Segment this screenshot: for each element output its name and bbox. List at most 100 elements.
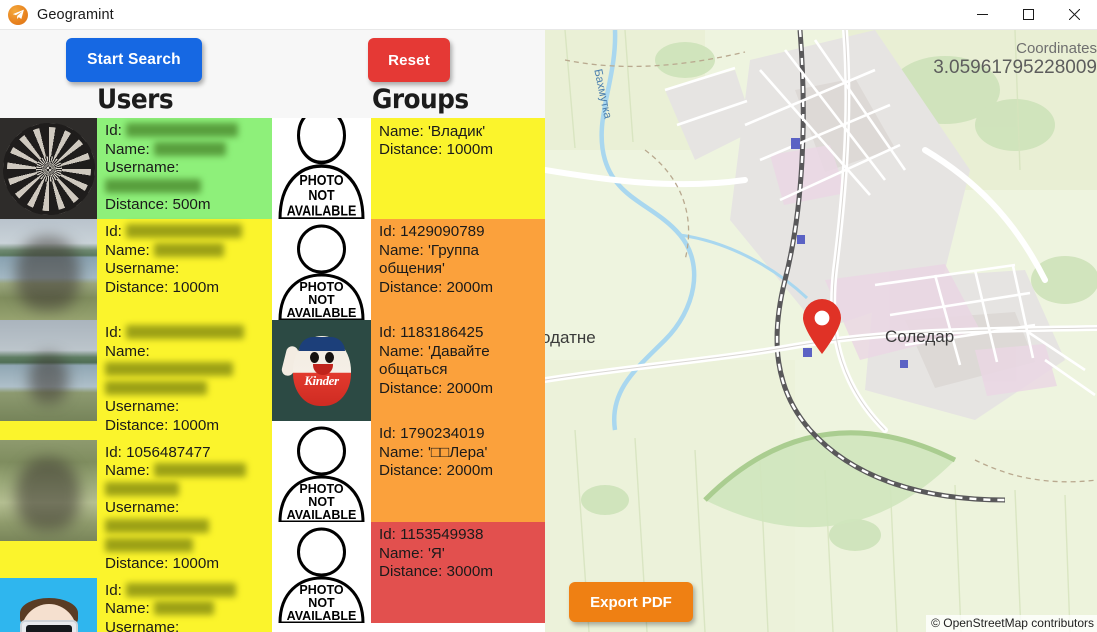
group-name-line: Name: 'Я'	[379, 544, 445, 562]
maximize-button[interactable]	[1005, 0, 1051, 30]
group-id-line: Id: 1183186425	[379, 324, 484, 341]
redacted-value	[105, 380, 207, 395]
results-panel: Start Search Reset Users Groups Id: Name…	[0, 30, 545, 632]
group-avatar: PHOTO NOT AVAILABLE	[272, 219, 371, 320]
map-attribution[interactable]: © OpenStreetMap contributors	[926, 615, 1097, 632]
user-details: Id: Name: Username: Distance: 500m	[97, 118, 272, 219]
user-avatar	[0, 118, 97, 219]
avatar-photo	[0, 439, 97, 541]
redacted-value	[105, 537, 193, 552]
group-id-line: Id: 1153549938	[379, 526, 484, 543]
groups-column-heading: Groups	[372, 84, 469, 115]
user-id-line: Id:	[105, 582, 266, 601]
redacted-value	[153, 463, 246, 478]
group-distance-line: Distance: 1000m	[379, 141, 493, 159]
group-avatar: PHOTO NOT AVAILABLE	[272, 421, 371, 522]
user-name-line: Name:	[105, 242, 266, 261]
user-list-item[interactable]: Id: 1056487477 Name: Username: Distance: …	[0, 439, 272, 578]
avatar-photo: Kinder	[272, 320, 371, 421]
user-distance-line: Distance: 1000m	[105, 555, 219, 573]
group-distance-line: Distance: 2000m	[379, 379, 493, 397]
group-list-item[interactable]: PHOTO NOT AVAILABLE Id: 1790234019 Name: '□□…	[272, 421, 545, 522]
location-pin[interactable]	[801, 299, 843, 355]
user-username-line: Username:	[105, 499, 266, 555]
window-title: Geogramint	[37, 6, 114, 23]
users-list[interactable]: Id: Name: Username: Distance: 500m Id: Na…	[0, 118, 272, 632]
user-name-line: Name:	[105, 343, 266, 399]
user-list-item[interactable]: Id: Name: Username: Distance: 1000m	[0, 320, 272, 440]
title-bar: Geogramint	[0, 0, 1097, 30]
group-distance-line: Distance: 2000m	[379, 462, 493, 480]
map-view[interactable]: Coordinates 3.05961795228009 Бахмутка од…	[545, 30, 1097, 632]
group-details: Id: 1790234019 Name: '□□Лера' Distance: 20…	[371, 421, 545, 522]
photo-not-available-icon: PHOTONOTAVAILABLE	[272, 421, 371, 522]
svg-text:NOT: NOT	[308, 187, 335, 203]
redacted-value	[105, 518, 209, 533]
user-id-line: Id: 1056487477	[105, 443, 211, 461]
user-id-line: Id:	[105, 122, 266, 141]
avatar-photo	[0, 118, 97, 219]
app-logo-icon	[8, 4, 28, 25]
group-distance-line: Distance: 2000m	[379, 278, 493, 296]
group-details: Id: 1268760341Name: 'Владик'Distance: 10…	[371, 118, 545, 219]
redacted-value	[105, 178, 201, 193]
user-id-line: Id:	[105, 223, 266, 242]
group-list-item[interactable]: Kinder Id: 1183186425 Name: 'Давайте общат…	[272, 320, 545, 421]
user-id-line: Id:	[105, 324, 266, 343]
redacted-value	[105, 481, 179, 496]
group-avatar: PHOTO NOT AVAILABLE	[272, 522, 371, 623]
group-id-line: Id: 1429090789	[379, 223, 485, 240]
svg-text:NOT: NOT	[308, 293, 335, 307]
map-place-label-soledar: Соледар	[885, 327, 955, 346]
user-list-item[interactable]: Id: Name: Username: Distance: 500m	[0, 118, 272, 219]
group-list-item[interactable]: PHOTO NOT AVAILABLE Id: 1429090789 Name: 'Гр…	[272, 219, 545, 320]
redacted-value	[126, 224, 243, 238]
user-avatar	[0, 439, 97, 541]
reset-button[interactable]: Reset	[368, 38, 450, 82]
groups-list[interactable]: PHOTONOTAVAILABLEId: 1268760341Name: 'Вл…	[272, 118, 545, 632]
svg-text:PHOTO: PHOTO	[299, 482, 343, 496]
photo-not-available-icon: PHOTONOTAVAILABLE	[272, 118, 371, 219]
group-name-line: Name: 'Группа общения'	[379, 241, 484, 278]
redacted-value	[105, 362, 233, 377]
user-distance-line: Distance: 500m	[105, 196, 211, 214]
avatar-photo	[0, 577, 97, 632]
user-list-item[interactable]: Id: Name: Username: Distance: 1000m	[0, 577, 272, 632]
minimize-button[interactable]	[959, 0, 1005, 30]
avatar-photo	[0, 219, 97, 320]
user-name-line: Name:	[105, 462, 266, 499]
redacted-value	[153, 242, 224, 257]
user-distance-line: Distance: 1000m	[105, 416, 219, 434]
user-username-line: Username:	[105, 618, 184, 632]
group-details: Id: 1183186425 Name: 'Давайте общаться Dis…	[371, 320, 545, 421]
user-details: Id: Name: Username: Distance: 1000m	[97, 219, 272, 320]
group-list-item[interactable]: PHOTO NOT AVAILABLE Id: 1153549938 Name: 'Я'…	[272, 522, 545, 623]
svg-text:AVAILABLE: AVAILABLE	[287, 306, 357, 320]
redacted-value	[153, 601, 214, 616]
results-lists: Id: Name: Username: Distance: 500m Id: Na…	[0, 118, 545, 632]
map-place-label-blahodatne: одатне	[545, 328, 596, 347]
svg-text:PHOTO: PHOTO	[299, 172, 344, 188]
user-list-item[interactable]: Id: Name: Username: Distance: 1000m	[0, 219, 272, 320]
user-avatar	[0, 320, 97, 421]
group-list-item[interactable]: PHOTONOTAVAILABLEId: 1268760341Name: 'Вл…	[272, 118, 545, 219]
user-distance-line: Distance: 1000m	[105, 278, 219, 296]
redacted-value	[126, 123, 239, 137]
group-avatar: Kinder	[272, 320, 371, 421]
user-details: Id: Name: Username: Distance: 1000m	[97, 578, 272, 632]
svg-text:NOT: NOT	[308, 596, 335, 610]
redacted-value	[153, 141, 226, 156]
user-avatar	[0, 577, 97, 632]
export-pdf-button[interactable]: Export PDF	[569, 582, 693, 622]
app-window: Geogramint Start Search Reset Users Grou…	[0, 0, 1097, 632]
svg-text:NOT: NOT	[308, 495, 335, 509]
svg-text:AVAILABLE: AVAILABLE	[287, 609, 357, 623]
photo-not-available-icon: PHOTONOTAVAILABLE	[272, 522, 371, 623]
redacted-value	[126, 582, 237, 597]
group-details: Id: 1153549938 Name: 'Я' Distance: 3000m	[371, 522, 545, 623]
start-search-button[interactable]: Start Search	[66, 38, 202, 82]
user-details: Id: Name: Username: Distance: 1000m	[97, 320, 272, 440]
group-name-line: Name: '□□Лера'	[379, 443, 488, 461]
user-username-line: Username:	[105, 398, 184, 416]
close-button[interactable]	[1051, 0, 1097, 30]
